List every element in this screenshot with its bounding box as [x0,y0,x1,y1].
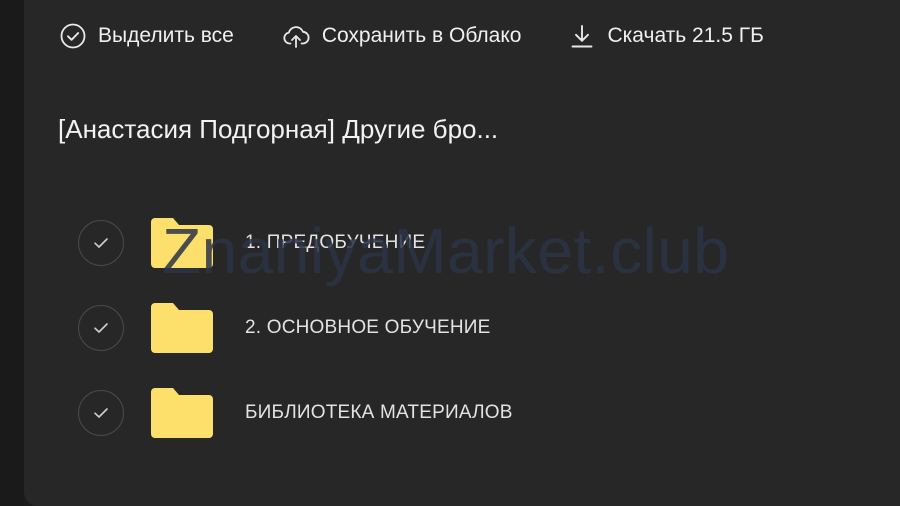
save-to-cloud-button[interactable]: Сохранить в Облако [282,23,522,49]
folder-icon [151,387,213,438]
folder-item-label: 1. ПРЕДОБУЧЕНИЕ [245,231,426,253]
folder-icon [151,217,213,268]
download-icon [572,25,593,48]
download-button[interactable]: Скачать 21.5 ГБ [569,23,764,49]
folder-item[interactable]: БИБЛИОТЕКА МАТЕРИАЛОВ [78,370,778,455]
select-all-label: Выделить все [98,24,234,47]
folder-item-label: 2. ОСНОВНОЕ ОБУЧЕНИЕ [245,316,491,338]
left-edge [0,0,24,506]
toolbar: Выделить все Сохранить в Облако Скачать … [60,16,812,56]
folder-item[interactable]: 1. ПРЕДОБУЧЕНИЕ [78,200,778,285]
item-checkbox[interactable] [78,389,124,436]
check-circle-icon [60,23,86,49]
cloud-upload-icon [283,26,310,48]
folder-title: [Анастасия Подгорная] Другие бро... [58,114,499,144]
folder-icon [151,302,213,353]
select-all-button[interactable]: Выделить все [60,23,234,49]
check-icon [94,237,108,248]
check-icon [94,322,108,333]
item-checkbox[interactable] [78,304,124,351]
folder-list: 1. ПРЕДОБУЧЕНИЕ 2. ОСНОВНОЕ ОБУЧЕНИЕ БИБ… [78,200,778,455]
download-label: Скачать 21.5 ГБ [607,24,764,47]
check-icon [94,407,108,418]
save-to-cloud-label: Сохранить в Облако [321,24,522,47]
folder-item-label: БИБЛИОТЕКА МАТЕРИАЛОВ [245,401,513,423]
item-checkbox[interactable] [78,219,124,266]
folder-item[interactable]: 2. ОСНОВНОЕ ОБУЧЕНИЕ [78,285,778,370]
